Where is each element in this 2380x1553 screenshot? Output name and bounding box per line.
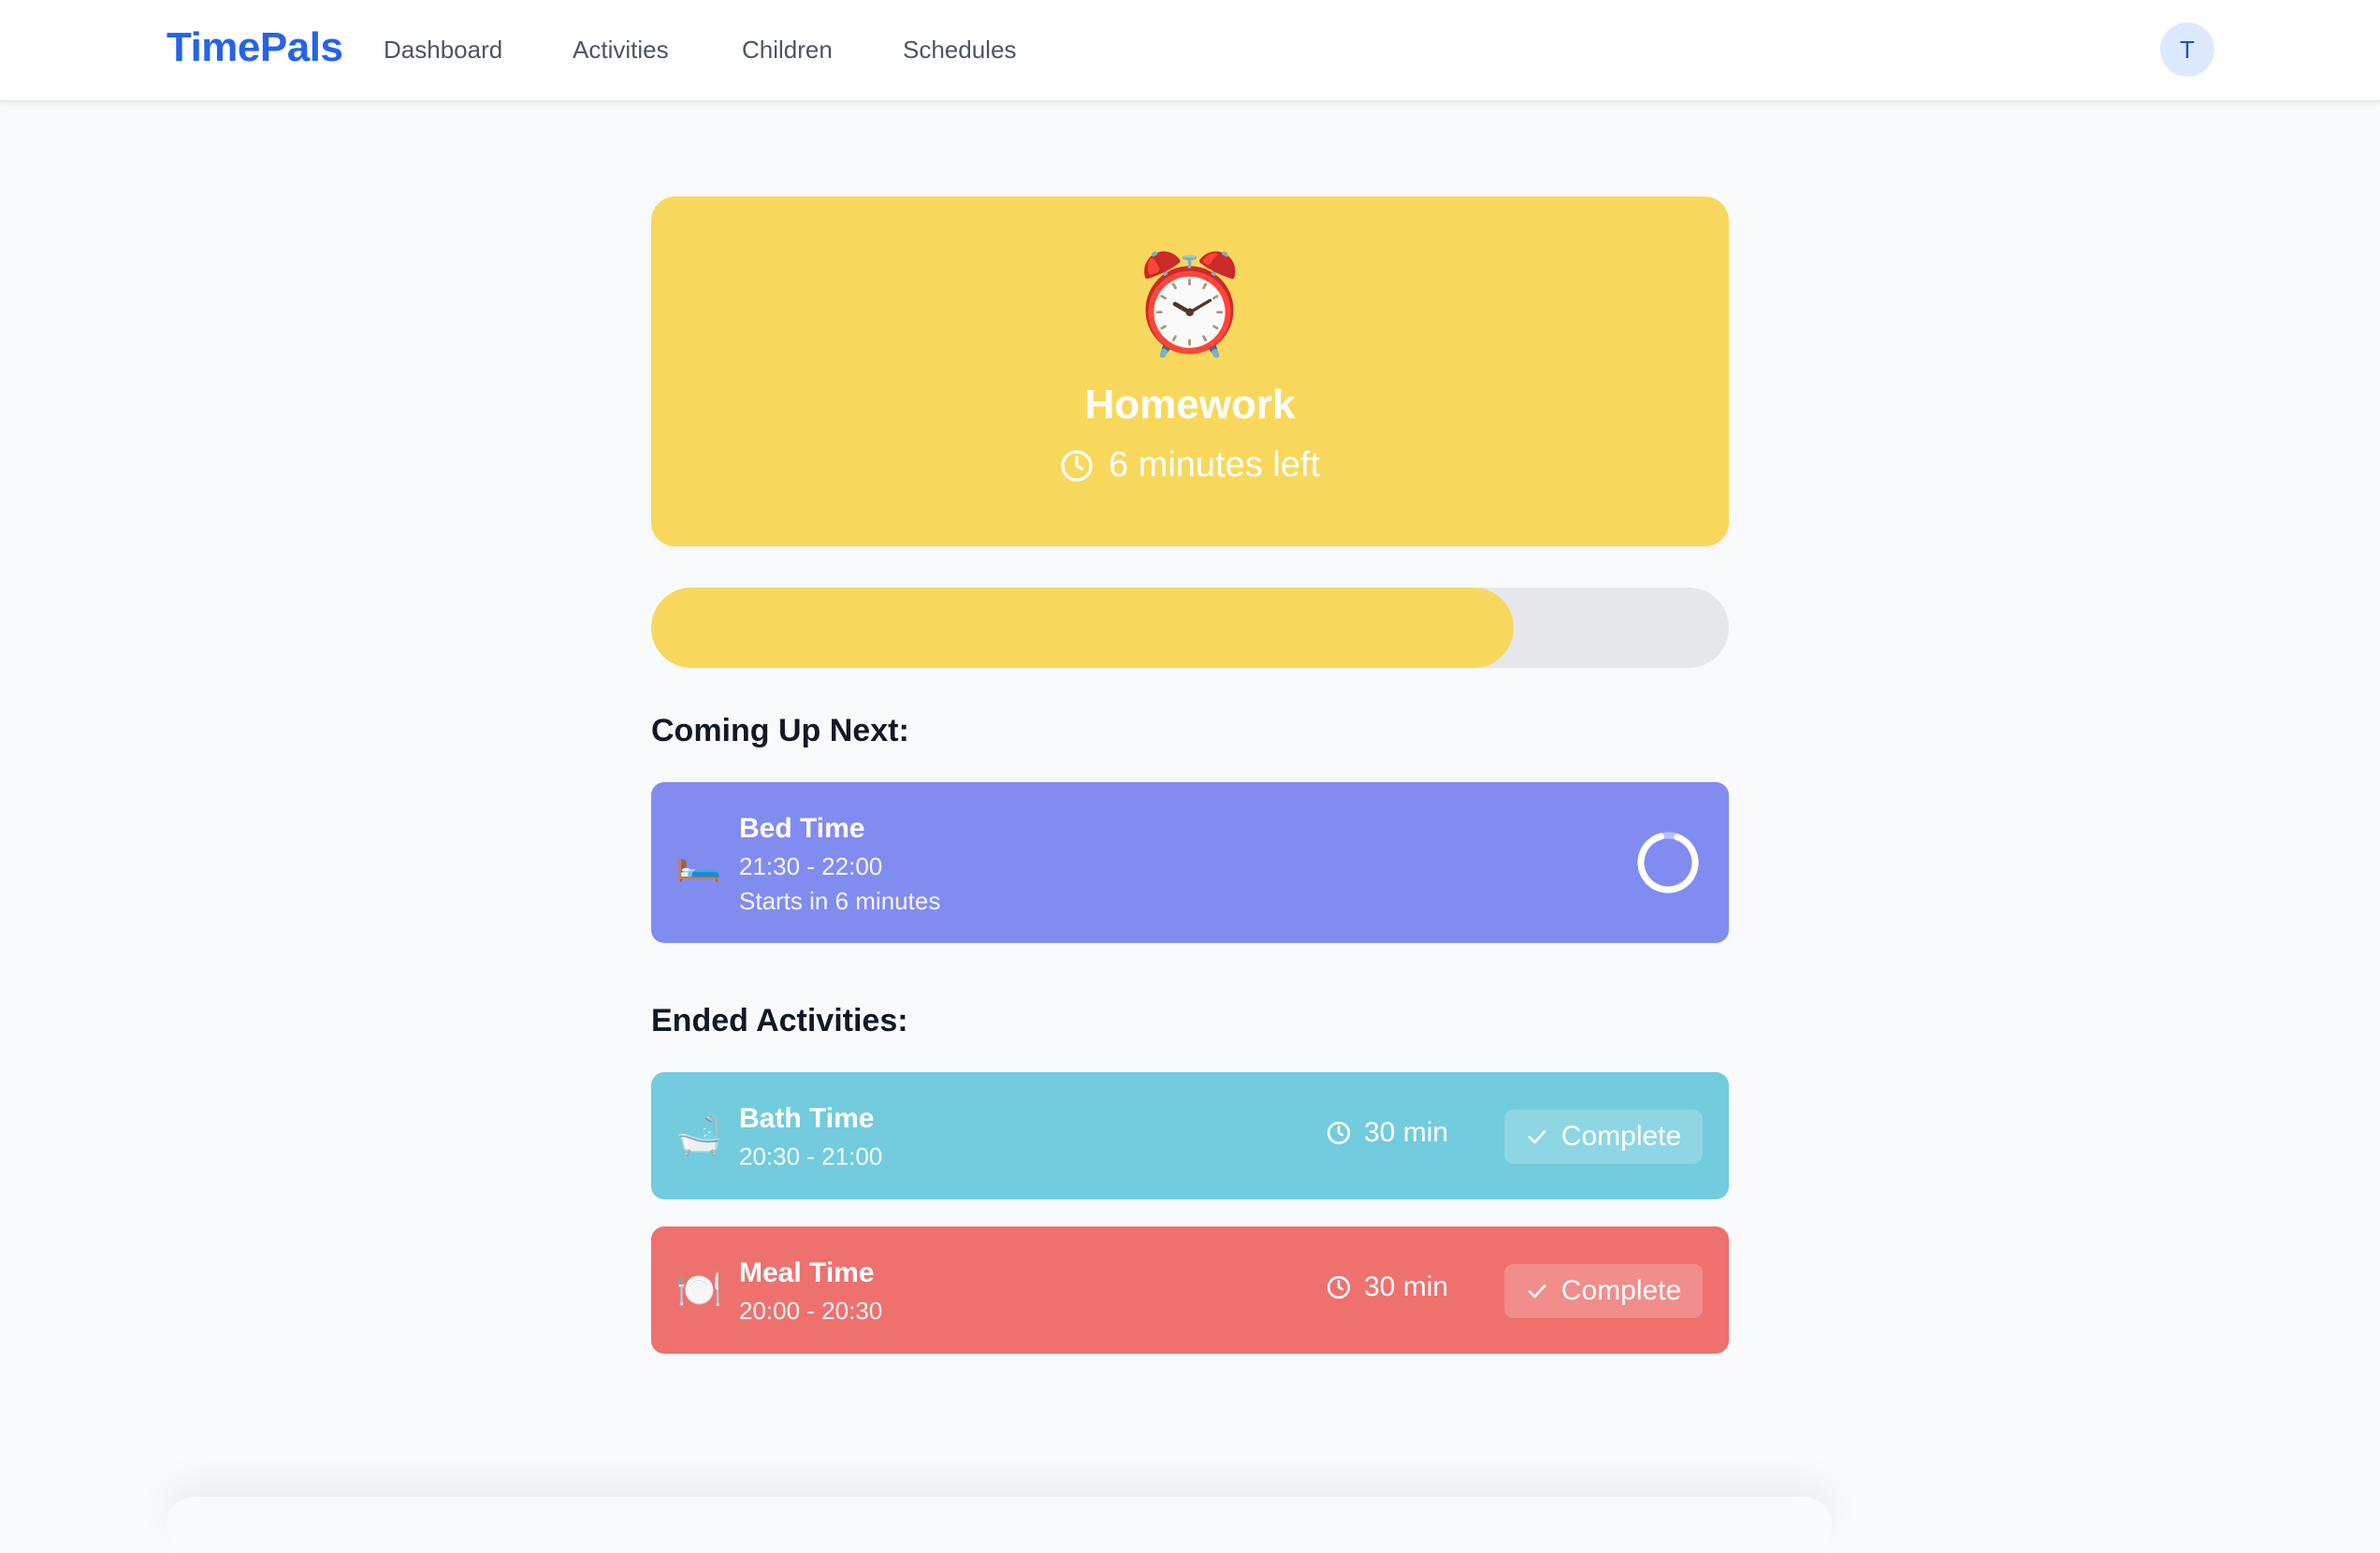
activity-starts-in: Starts in 6 minutes <box>739 887 941 915</box>
current-activity-card: ⏰ Homework 6 minutes left <box>651 196 1729 546</box>
bathtub-icon: 🛁 <box>675 1115 722 1156</box>
coming-up-heading: Coming Up Next: <box>651 713 909 748</box>
duration-text: 30 min <box>1364 1117 1449 1148</box>
activity-duration: 30 min <box>1327 1117 1448 1149</box>
loading-spinner-icon <box>1637 832 1699 893</box>
activity-name: Meal Time <box>739 1257 875 1288</box>
ended-activities-heading: Ended Activities: <box>651 1003 908 1038</box>
alarm-clock-icon: ⏰ <box>1129 251 1251 359</box>
activity-progress-bar <box>651 588 1729 668</box>
activity-time-range: 20:30 - 21:00 <box>739 1142 883 1170</box>
clock-icon <box>1327 1121 1351 1145</box>
user-avatar[interactable]: T <box>2160 22 2214 77</box>
time-remaining: 6 minutes left <box>651 445 1729 486</box>
complete-badge[interactable]: Complete <box>1504 1264 1703 1318</box>
footer-panel-edge <box>167 1497 1832 1553</box>
activity-time-range: 20:00 - 20:30 <box>739 1297 883 1325</box>
time-remaining-text: 6 minutes left <box>1109 445 1320 485</box>
check-icon <box>1528 1130 1546 1144</box>
check-icon <box>1528 1284 1546 1299</box>
activity-time-range: 21:30 - 22:00 <box>739 852 883 880</box>
nav-dashboard[interactable]: Dashboard <box>384 36 502 65</box>
brand-logo[interactable]: TimePals <box>167 24 343 71</box>
clock-icon <box>1061 449 1093 482</box>
current-activity-title: Homework <box>1084 382 1296 428</box>
nav-activities[interactable]: Activities <box>573 36 669 65</box>
activity-name: Bath Time <box>739 1103 875 1134</box>
ended-activity-card[interactable]: 🛁 Bath Time 20:30 - 21:00 30 min Complet… <box>651 1072 1729 1199</box>
duration-text: 30 min <box>1364 1271 1449 1302</box>
clock-icon <box>1327 1275 1351 1299</box>
bed-icon: 🛏️ <box>675 842 722 883</box>
complete-label: Complete <box>1560 1121 1682 1152</box>
nav-schedules[interactable]: Schedules <box>903 36 1016 65</box>
complete-label: Complete <box>1560 1275 1682 1306</box>
plate-cutlery-icon: 🍽️ <box>675 1270 722 1311</box>
activity-duration: 30 min <box>1327 1271 1448 1303</box>
complete-badge[interactable]: Complete <box>1504 1110 1703 1164</box>
progress-fill <box>651 588 1514 668</box>
nav-children[interactable]: Children <box>742 36 833 65</box>
top-navigation: TimePals Dashboard Activities Children S… <box>0 0 2380 102</box>
ended-activity-card[interactable]: 🍽️ Meal Time 20:00 - 20:30 30 min Comple… <box>651 1226 1729 1354</box>
upcoming-activity-card[interactable]: 🛏️ Bed Time 21:30 - 22:00 Starts in 6 mi… <box>651 782 1729 943</box>
activity-name: Bed Time <box>739 813 865 844</box>
